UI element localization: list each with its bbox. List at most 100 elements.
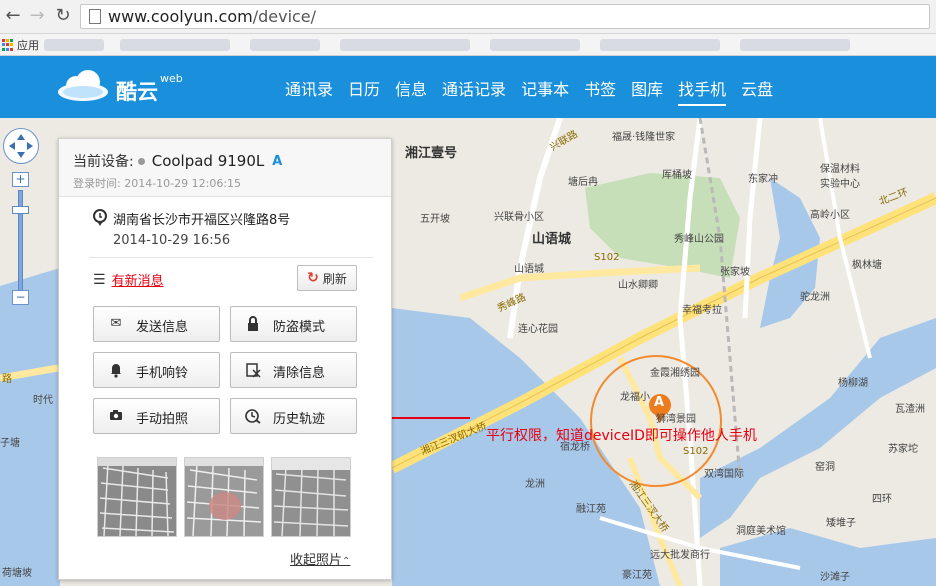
photo-strip	[97, 457, 358, 537]
zoom-out-button[interactable]: −	[12, 290, 29, 305]
map-label: 连心花园	[518, 324, 558, 335]
location-pin-icon	[93, 209, 107, 226]
device-name: Coolpad 9190L	[151, 152, 265, 170]
address-bar[interactable]: www.coolyun.com/device/	[80, 4, 930, 29]
zoom-in-button[interactable]: +	[12, 172, 29, 187]
photo-thumbnail[interactable]	[184, 457, 264, 537]
back-arrow-icon[interactable]: ←	[2, 5, 24, 27]
send-message-button[interactable]: ✉ 发送信息	[93, 306, 220, 342]
photo-image	[185, 458, 263, 536]
history-track-button[interactable]: 历史轨迹	[230, 398, 357, 434]
location-marker[interactable]: A	[654, 395, 664, 410]
nav-cloud-drive[interactable]: 云盘	[741, 76, 773, 106]
nav-gallery[interactable]: 图库	[631, 76, 663, 106]
blurred-bookmark	[340, 39, 470, 51]
refresh-button[interactable]: ↻ 刷新	[297, 265, 357, 291]
history-icon	[245, 408, 261, 424]
map-label: 四环	[872, 494, 892, 505]
collapse-photos-link[interactable]: 收起照片⌃	[290, 549, 350, 568]
blurred-bookmark	[44, 39, 104, 51]
ring-phone-button[interactable]: 手机响铃	[93, 352, 220, 388]
map-label: 洞庭美术馆	[736, 526, 786, 537]
take-photo-button[interactable]: 手动拍照	[93, 398, 220, 434]
wipe-data-button[interactable]: 清除信息	[230, 352, 357, 388]
map-label: 保温材料 实验中心	[820, 164, 860, 190]
map-label: 东家冲	[748, 174, 778, 185]
apps-label[interactable]: 应用	[17, 37, 39, 53]
nav-notes[interactable]: 记事本	[521, 76, 569, 106]
reload-icon[interactable]: ↻	[52, 5, 74, 27]
bookmarks-bar: 应用	[0, 34, 936, 56]
site-header: 酷云 web 通讯录 日历 信息 通话记录 记事本 书签 图库 找手机 云盘	[0, 56, 936, 118]
chevron-up-icon: ⌃	[342, 556, 351, 567]
map-label: 苏家坨	[888, 444, 918, 455]
map-label: 融江苑	[576, 504, 606, 515]
blurred-bookmark	[740, 39, 850, 51]
map-label: 山语城	[514, 264, 544, 275]
logo-sup: web	[160, 72, 183, 85]
map-label: 豪江苑	[622, 570, 652, 581]
refresh-label: 刷新	[322, 271, 347, 286]
current-device-label: 当前设备:	[73, 154, 134, 170]
map-label: 荷塘坡	[2, 568, 32, 579]
nav-find-phone[interactable]: 找手机	[678, 76, 727, 106]
apps-grid-icon[interactable]	[2, 39, 14, 51]
top-nav: 通讯录 日历 信息 通话记录 记事本 书签 图库 找手机 云盘	[285, 76, 788, 106]
nav-call-log[interactable]: 通话记录	[442, 76, 506, 106]
map-label: 窑洞	[815, 462, 835, 473]
map-label: 沙滩子	[820, 572, 850, 583]
divider	[89, 257, 373, 258]
nav-calendar[interactable]: 日历	[348, 76, 380, 106]
nav-bookmarks[interactable]: 书签	[584, 76, 616, 106]
logo-text[interactable]: 酷云	[116, 76, 158, 106]
bell-icon	[108, 362, 124, 378]
map-label: 张家坡	[720, 267, 750, 278]
login-time: 登录时间: 2014-10-29 12:06:15	[73, 177, 242, 190]
cloud-logo-icon	[58, 70, 108, 101]
photo-image	[98, 458, 176, 536]
zoom-slider-handle[interactable]	[12, 206, 29, 214]
pan-arrows-icon	[9, 134, 33, 158]
map-label: S102	[683, 446, 709, 457]
photo-thumbnail[interactable]	[271, 457, 351, 537]
location-address: 湖南省长沙市开福区兴隆路8号	[113, 213, 291, 228]
map-label: 远大批发商行	[650, 550, 710, 561]
blurred-bookmark	[490, 39, 580, 51]
blurred-bookmark	[600, 39, 720, 51]
device-panel: 当前设备: Coolpad 9190L A 登录时间: 2014-10-29 1…	[58, 138, 392, 580]
forward-arrow-icon[interactable]: →	[26, 5, 48, 27]
button-label: 发送信息	[136, 320, 189, 335]
map-label: 秀峰山公园	[674, 234, 724, 245]
map-label: 瓦渣洲	[895, 404, 925, 415]
map-label: 枫林塘	[852, 260, 882, 271]
collapse-photos-label: 收起照片	[290, 553, 343, 568]
map-label: 矮堆子	[826, 518, 856, 529]
map-label: 塘后冉	[568, 177, 598, 188]
anti-theft-button[interactable]: 防盗模式	[230, 306, 357, 342]
nav-contacts[interactable]: 通讯录	[285, 76, 333, 106]
photo-thumbnail[interactable]	[97, 457, 177, 537]
new-message-row: ☰ 有新消息	[93, 270, 164, 290]
wipe-icon	[245, 362, 261, 378]
envelope-icon: ✉	[110, 316, 122, 331]
new-message-link[interactable]: 有新消息	[112, 270, 164, 289]
blurred-bookmark	[120, 39, 230, 51]
nav-messages[interactable]: 信息	[395, 76, 427, 106]
button-label: 防盗模式	[273, 320, 326, 335]
photo-image	[272, 458, 350, 536]
map-label: 杨柳湖	[838, 378, 868, 389]
map-pan-control[interactable]	[3, 128, 39, 164]
map-label: 幸福考拉	[682, 305, 722, 316]
map-label: 山水卿卿	[618, 280, 658, 291]
button-label: 历史轨迹	[273, 412, 326, 427]
lock-icon	[245, 316, 261, 332]
map-label: 龙福小	[620, 392, 650, 403]
map-label: 金霞湘绣园	[650, 368, 700, 379]
url-path: /device/	[252, 7, 317, 26]
annotation-text: 平行权限，知道deviceID即可操作他人手机	[486, 428, 757, 444]
map-label: 驼龙洲	[800, 292, 830, 303]
map-label: 子塘	[0, 438, 20, 449]
list-icon: ☰	[93, 271, 106, 288]
url-host: www.coolyun.com	[108, 7, 253, 26]
status-dot-icon	[137, 157, 145, 165]
